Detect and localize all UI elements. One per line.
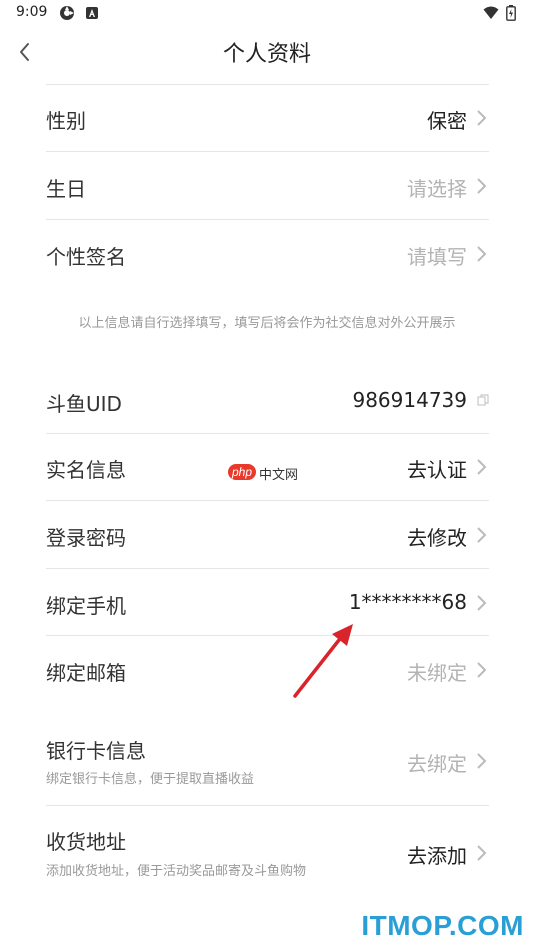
- page-title: 个人资料: [222, 42, 311, 67]
- sync-icon: [60, 6, 74, 20]
- row-label: 个性签名: [46, 245, 126, 269]
- row-label: 收货地址: [46, 830, 126, 854]
- row-value: 去认证: [407, 458, 467, 482]
- wifi-icon: [483, 6, 499, 19]
- copy-icon[interactable]: [477, 394, 489, 406]
- row-label: 性别: [46, 109, 86, 133]
- row-subtitle: 添加收货地址，便于活动奖品邮寄及斗鱼购物: [46, 864, 307, 879]
- itmop-watermark: ITMOP.COM: [361, 910, 524, 941]
- status-bar: 9:09: [0, 0, 534, 28]
- chevron-right-icon: [477, 662, 487, 678]
- row-value: 未绑定: [407, 661, 467, 685]
- row-value: 请选择: [407, 177, 467, 201]
- chevron-right-icon: [477, 246, 487, 262]
- row-label: 斗鱼UID: [46, 392, 122, 416]
- row-label: 登录密码: [46, 526, 126, 550]
- battery-icon: [506, 5, 516, 21]
- row-uid: 斗鱼UID 986914739: [46, 366, 489, 432]
- row-value: 去绑定: [407, 752, 467, 776]
- row-email[interactable]: 绑定邮箱 未绑定: [46, 636, 489, 703]
- chevron-right-icon: [477, 595, 487, 611]
- row-value: 保密: [427, 109, 467, 133]
- annotation-arrow-icon: [293, 624, 353, 698]
- chevron-right-icon: [477, 527, 487, 543]
- row-gender[interactable]: 性别 保密: [46, 85, 489, 151]
- row-birthday[interactable]: 生日 请选择: [46, 152, 489, 219]
- row-label: 绑定手机: [46, 594, 126, 618]
- row-value: 去修改: [407, 526, 467, 550]
- row-bank-card[interactable]: 银行卡信息 绑定银行卡信息，便于提取直播收益 去绑定: [46, 722, 489, 804]
- row-address[interactable]: 收货地址 添加收货地址，便于活动奖品邮寄及斗鱼购物 去添加: [46, 806, 489, 888]
- chevron-right-icon: [477, 178, 487, 194]
- row-label: 实名信息: [46, 458, 126, 482]
- uid-value: 986914739: [352, 388, 467, 412]
- row-value: 请填写: [407, 245, 467, 269]
- row-value: 1********68: [348, 590, 467, 614]
- a-badge-icon: [86, 7, 98, 19]
- php-watermark-logo: php: [228, 464, 257, 480]
- row-value: 去添加: [407, 844, 467, 868]
- row-label: 生日: [46, 177, 86, 201]
- chevron-right-icon: [477, 110, 487, 126]
- row-subtitle: 绑定银行卡信息，便于提取直播收益: [46, 772, 255, 787]
- privacy-note: 以上信息请自行选择填写，填写后将会作为社交信息对外公开展示: [78, 316, 456, 331]
- php-watermark-text: 中文网: [259, 468, 299, 483]
- row-label: 银行卡信息: [46, 739, 146, 763]
- status-time: 9:09: [16, 4, 48, 20]
- chevron-right-icon: [477, 753, 487, 769]
- chevron-right-icon: [477, 845, 487, 861]
- row-signature[interactable]: 个性签名 请填写: [46, 220, 489, 286]
- row-label: 绑定邮箱: [46, 661, 126, 685]
- chevron-right-icon: [477, 459, 487, 475]
- row-phone[interactable]: 绑定手机 1********68: [46, 569, 489, 635]
- row-password[interactable]: 登录密码 去修改: [46, 501, 489, 568]
